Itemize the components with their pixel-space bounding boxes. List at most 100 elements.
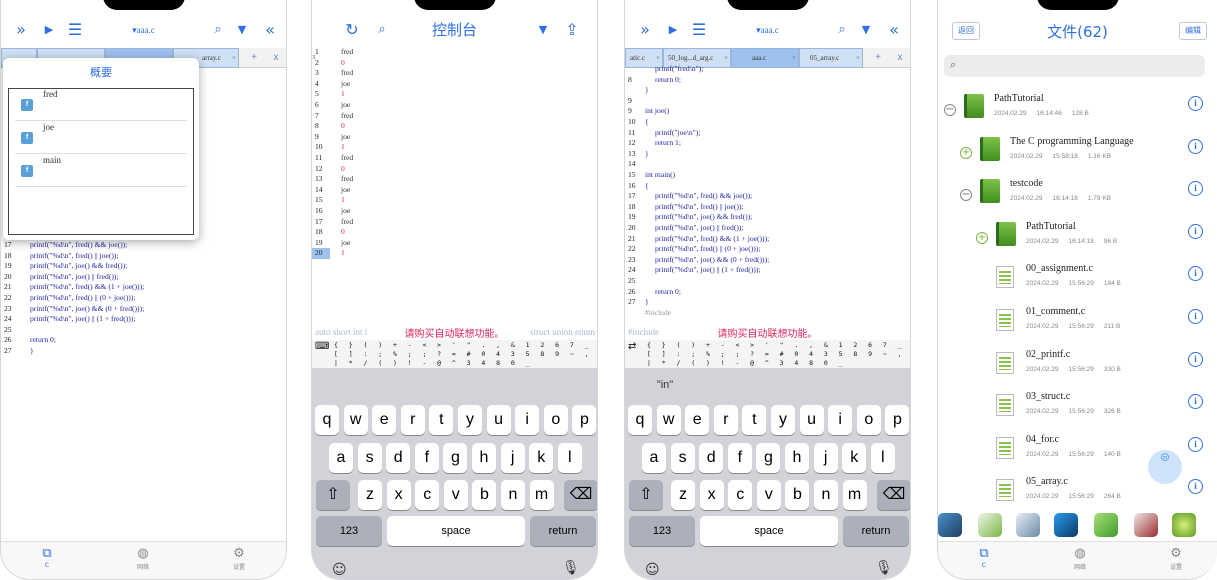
info-icon[interactable]: i [1188,351,1203,367]
key-g[interactable]: g [443,443,468,473]
nav-c[interactable]: ⧉ C [27,546,67,569]
file-item[interactable]: − testcode 2024.02.29 16:14:18 1.79 KB i [938,178,1217,228]
app-icon[interactable] [1094,513,1118,537]
symbol-row[interactable]: | * / ( ) ! - @ ^ 3 4 8 0 _ [647,359,844,367]
app-icon[interactable] [1134,513,1158,537]
info-icon[interactable]: i [1188,309,1203,324]
key-n[interactable]: n [501,480,525,510]
backspace-key[interactable]: ⌫ [877,480,910,510]
key-q[interactable]: q [628,405,652,435]
backspace-key[interactable]: ⌫ [564,480,597,510]
key-v[interactable]: v [443,480,468,510]
key-h[interactable]: h [472,443,496,473]
key-r[interactable]: r [400,405,425,435]
key-w[interactable]: w [343,405,368,435]
key-r[interactable]: r [713,405,738,435]
prediction-bar[interactable] [312,370,597,400]
nav-c[interactable]: ⧉ C [964,546,1004,569]
info-icon[interactable]: i [1188,394,1203,410]
nav-settings[interactable]: ⚙ 设置 [219,546,259,571]
key-p[interactable]: p [572,405,597,435]
nav-settings[interactable]: ⚙ 设置 [1156,546,1196,571]
key-o[interactable]: o [856,405,881,435]
nav-network[interactable]: ◍ 网络 [1060,546,1100,571]
key-i[interactable]: i [515,405,540,435]
key-z[interactable]: z [671,480,695,510]
key-t[interactable]: t [742,405,767,435]
symbol-bar[interactable]: ⌨ { } ( ) + - < > ' " . , & 1 2 6 7 _ , … [312,340,597,368]
key-h[interactable]: h [785,443,809,473]
symbol-row[interactable]: { } ( ) + - < > ' " . , & 1 2 6 7 _ , [334,341,597,349]
add-tab-button[interactable]: + [243,48,265,68]
space-key[interactable]: space [387,516,525,546]
key-n[interactable]: n [814,480,838,510]
key-x[interactable]: x [386,480,411,510]
key-y[interactable]: y [771,405,795,435]
key-e[interactable]: e [685,405,710,435]
prediction-word[interactable]: "in" [635,370,695,400]
key-j[interactable]: j [500,443,525,473]
key-s[interactable]: s [357,443,382,473]
collapse-icon[interactable]: − [944,104,956,116]
info-icon[interactable]: i [1188,181,1203,197]
file-item[interactable]: 02_printf.c 2024.02.29 15:56:29 330 B i [938,349,1217,399]
edit-button[interactable]: 编辑 [1179,22,1207,40]
key-f[interactable]: f [727,443,752,473]
key-k[interactable]: k [529,443,554,473]
outline-item-fred[interactable]: f fred [15,89,187,121]
key-e[interactable]: e [372,405,397,435]
dropdown-icon[interactable]: ▼ [230,12,254,48]
key-l[interactable]: l [557,443,582,473]
outline-item-joe[interactable]: f joe [15,122,187,154]
collapse-icon[interactable]: − [960,189,972,202]
file-item[interactable]: 03_struct.c 2024.02.29 15:56:29 326 B i [938,391,1217,441]
space-key[interactable]: space [700,516,838,546]
app-icon[interactable] [1172,513,1196,537]
emoji-icon[interactable]: ☺ [332,562,347,578]
info-icon[interactable]: i [1188,436,1203,452]
app-icon[interactable] [978,513,1002,537]
keyboard-toggle-icon[interactable]: ⇄ [628,341,636,352]
outline-item-main[interactable]: f main [15,155,187,187]
key-m[interactable]: m [842,480,867,510]
prediction-bar[interactable]: "in" [625,370,910,400]
info-icon[interactable]: i [1188,138,1203,154]
close-all-button[interactable]: x [265,48,286,68]
microphone-icon[interactable]: 🎙 [875,560,893,576]
key-x[interactable]: x [699,480,724,510]
key-j[interactable]: j [813,443,838,473]
emoji-icon[interactable]: ☺ [645,562,660,578]
expand-icon[interactable]: + [976,231,988,244]
key-z[interactable]: z [358,480,382,510]
key-q[interactable]: q [315,405,339,435]
key-s[interactable]: s [670,443,695,473]
symbol-row[interactable]: [ ] : ; % ; ; ? = # 0 4 3 5 8 9 ~ , [334,350,590,358]
numbers-key[interactable]: 123 [316,516,382,546]
floating-action-button[interactable]: ⊜ [1148,450,1182,484]
nav-network[interactable]: ◍ 网络 [123,546,163,571]
symbol-row[interactable]: | * / ( ) ! - @ ^ 3 4 8 0 _ [334,359,531,367]
key-c[interactable]: c [415,480,440,510]
key-c[interactable]: c [728,480,753,510]
key-l[interactable]: l [870,443,895,473]
key-m[interactable]: m [529,480,554,510]
microphone-icon[interactable]: 🎙 [562,560,580,576]
symbol-row[interactable]: { } ( ) + - < > ' " . , & 1 2 6 7 _ , [647,341,910,349]
key-o[interactable]: o [543,405,568,435]
key-v[interactable]: v [756,480,781,510]
key-b[interactable]: b [785,480,810,510]
search-field[interactable]: ⌕ [944,55,1205,77]
share-icon[interactable]: ⇪ [560,12,584,48]
shift-key[interactable]: ⇧ [629,480,663,510]
key-b[interactable]: b [472,480,497,510]
symbol-bar[interactable]: ⇄ { } ( ) + - < > ' " . , & 1 2 6 7 _ , … [625,340,910,368]
info-icon[interactable]: i [1188,223,1203,239]
return-key[interactable]: return [530,516,596,546]
key-i[interactable]: i [828,405,853,435]
dropdown-icon[interactable]: ▼ [854,12,878,48]
info-icon[interactable]: i [1188,266,1203,282]
key-u[interactable]: u [486,405,511,435]
key-a[interactable]: a [642,443,666,473]
numbers-key[interactable]: 123 [629,516,695,546]
chevron-left-double-icon[interactable]: « [882,12,906,48]
